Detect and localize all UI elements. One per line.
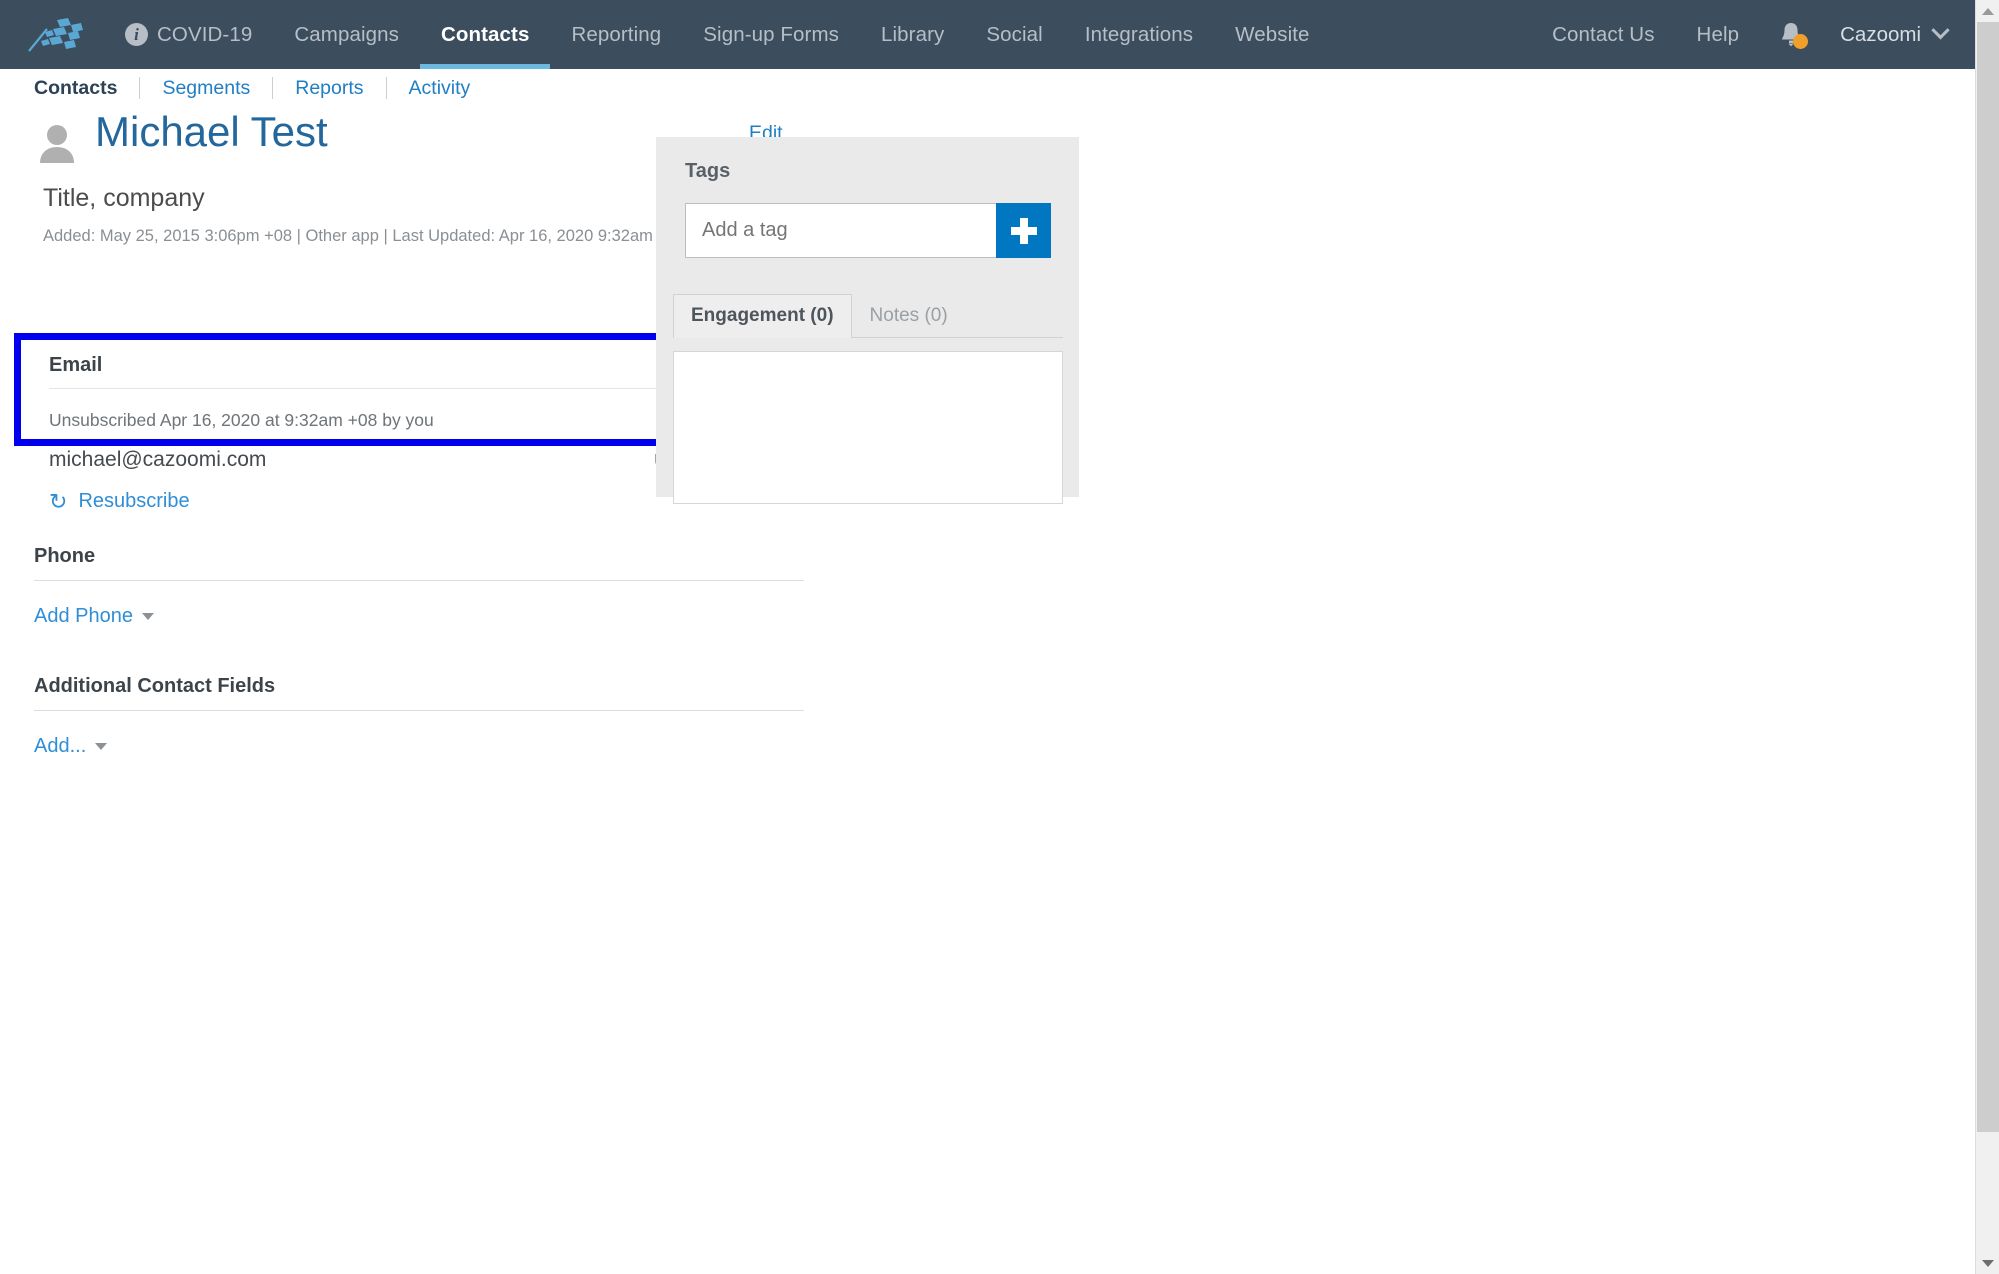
account-menu-button[interactable]: Cazoomi <box>1822 0 1963 69</box>
nav-item-integrations-label: Integrations <box>1084 22 1194 46</box>
chevron-down-icon <box>95 743 108 750</box>
nav-item-sign-up-forms[interactable]: Sign-up Forms <box>682 0 860 69</box>
person-avatar-icon <box>40 125 74 163</box>
nav-item-library[interactable]: Library <box>860 0 965 69</box>
triangle-down-glyph <box>1981 1259 1994 1267</box>
tag-input[interactable] <box>685 203 996 258</box>
add-phone-label: Add Phone <box>34 605 133 627</box>
phone-add-wrap: Add Phone <box>34 605 804 628</box>
tags-panel-tabs: Engagement (0) Notes (0) <box>673 294 1063 338</box>
nav-item-contact-us[interactable]: Contact Us <box>1531 0 1675 69</box>
add-phone-button[interactable]: Add Phone <box>34 605 154 628</box>
nav-item-reporting-label: Reporting <box>571 22 662 46</box>
page-title[interactable]: Michael Test <box>95 107 328 157</box>
nav-item-library-label: Library <box>881 22 945 46</box>
nav-item-social[interactable]: Social <box>965 0 1063 69</box>
chevron-down-icon <box>1931 21 1950 40</box>
tags-panel: Tags Engagement (0) Notes (0) <box>656 137 1079 504</box>
nav-item-contact-us-label: Contact Us <box>1552 22 1655 46</box>
info-icon: i <box>125 23 148 46</box>
scrollbar-thumb[interactable] <box>1977 22 1999 1132</box>
unsubscribed-note: Unsubscribed Apr 16, 2020 at 9:32am +08 … <box>49 410 434 430</box>
subnav-item-reports[interactable]: Reports <box>273 77 385 100</box>
mailchimp-logo[interactable] <box>0 0 104 69</box>
account-name-label: Cazoomi <box>1840 22 1921 46</box>
add-field-button[interactable]: Add... <box>34 735 108 758</box>
email-address-value: michael@cazoomi.com <box>49 448 267 471</box>
nav-item-campaigns[interactable]: Campaigns <box>273 0 420 69</box>
nav-item-help-label: Help <box>1696 22 1740 46</box>
tab-content-panel <box>673 351 1063 504</box>
chevron-down-icon <box>141 613 154 620</box>
nav-item-integrations[interactable]: Integrations <box>1064 0 1214 69</box>
tab-engagement[interactable]: Engagement (0) <box>673 294 852 338</box>
refresh-icon: ↻ <box>49 488 68 514</box>
add-tag-button[interactable] <box>996 203 1051 258</box>
nav-item-social-label: Social <box>986 22 1043 46</box>
notification-bell-icon[interactable] <box>1760 0 1822 69</box>
phone-section-title: Phone <box>34 545 804 581</box>
triangle-up-glyph <box>1981 7 1994 15</box>
subnav-item-segments[interactable]: Segments <box>140 77 272 100</box>
page-scrollbar[interactable] <box>1975 0 1999 1274</box>
subnav-item-contacts[interactable]: Contacts <box>34 77 139 100</box>
nav-item-campaigns-label: Campaigns <box>294 22 399 46</box>
nav-item-website[interactable]: Website <box>1214 0 1330 69</box>
nav-item-contacts-label: Contacts <box>440 22 530 46</box>
nav-item-website-label: Website <box>1235 22 1310 46</box>
phone-section: Phone Add Phone <box>34 545 804 628</box>
email-section-title: Email <box>49 354 761 389</box>
top-navigation-bar: i COVID-19 Campaigns Contacts Reporting … <box>0 0 1975 69</box>
additional-fields-title: Additional Contact Fields <box>34 675 804 711</box>
tags-panel-title: Tags <box>685 160 731 182</box>
tag-input-row <box>685 203 1051 258</box>
email-row: michael@cazoomi.com Unsubscribed <box>49 448 761 472</box>
nav-item-reporting[interactable]: Reporting <box>550 0 682 69</box>
notification-dot <box>1793 34 1809 49</box>
scroll-down-arrow-icon[interactable] <box>1976 1252 1999 1274</box>
primary-nav-left-group: i COVID-19 Campaigns Contacts Reporting … <box>104 0 1331 69</box>
plus-icon <box>1010 217 1037 244</box>
mailchimp-logo-icon <box>28 17 83 52</box>
nav-item-covid-19[interactable]: i COVID-19 <box>104 0 273 69</box>
subnav-item-activity[interactable]: Activity <box>387 77 493 100</box>
nav-item-covid-19-label: COVID-19 <box>157 22 253 46</box>
scroll-up-arrow-icon[interactable] <box>1976 0 1999 22</box>
additional-contact-fields-section: Additional Contact Fields Add... <box>34 675 804 758</box>
nav-item-help[interactable]: Help <box>1676 0 1761 69</box>
add-field-label: Add... <box>34 735 87 757</box>
additional-add-wrap: Add... <box>34 735 804 758</box>
contacts-sub-navigation: Contacts Segments Reports Activity <box>0 69 1975 107</box>
resubscribe-label: Resubscribe <box>78 490 190 512</box>
nav-item-contacts[interactable]: Contacts <box>419 0 551 69</box>
tab-notes[interactable]: Notes (0) <box>852 294 966 338</box>
primary-nav-right-group: Contact Us Help Cazoomi <box>1531 0 1975 69</box>
resubscribe-button[interactable]: ↻ Resubscribe <box>49 490 761 513</box>
nav-item-sign-up-forms-label: Sign-up Forms <box>703 22 839 46</box>
